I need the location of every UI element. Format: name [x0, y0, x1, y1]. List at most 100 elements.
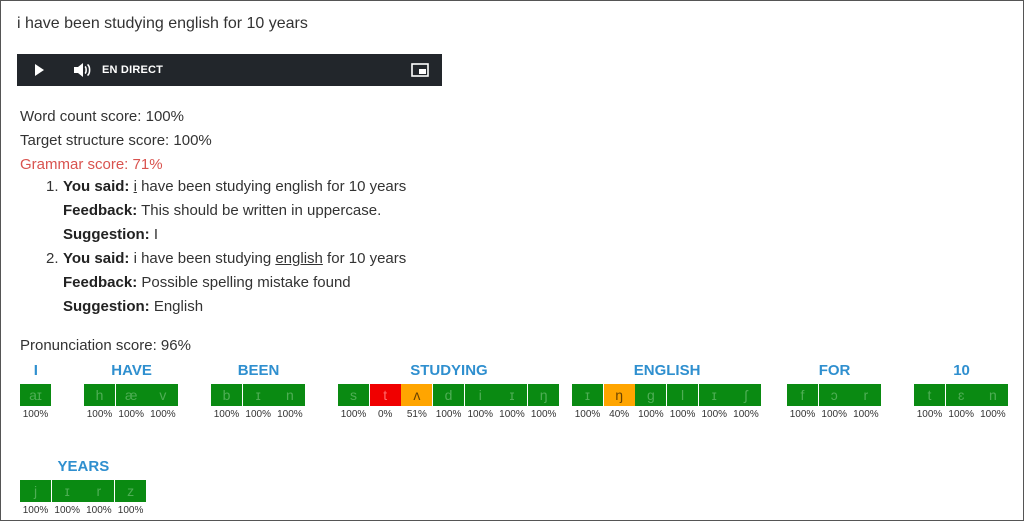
phoneme-score-row: 100% 100% 100% [787, 409, 882, 420]
phoneme-cell: ɔ [818, 384, 850, 406]
word-label: BEEN [237, 362, 280, 379]
phoneme-score: 40% [609, 409, 630, 420]
item-number: 1. [46, 178, 59, 195]
phoneme-cell: d [433, 384, 465, 406]
phoneme-cell: ɪ [698, 384, 730, 406]
word-label: FOR [818, 362, 851, 379]
phoneme-score: 100% [638, 409, 664, 420]
phoneme-score: 100% [980, 409, 1006, 420]
phoneme-score: 100% [574, 409, 601, 420]
phoneme-cell: h [84, 384, 115, 406]
phoneme-row: bɪn [211, 384, 306, 406]
word-label: HAVE [111, 362, 152, 379]
phoneme-cell: ɛ [945, 384, 977, 406]
suggestion-text: English [149, 298, 204, 315]
phoneme-score: 100% [340, 409, 367, 420]
phoneme-score: 100% [821, 409, 847, 420]
phoneme-cell: t [914, 384, 945, 406]
phoneme-cell: i [464, 384, 496, 406]
phoneme-cell: ɪ [572, 384, 603, 406]
audio-player: EN DIRECT [17, 54, 442, 86]
word-label: ENGLISH [633, 362, 701, 379]
word-block: HAVE h æ v 100% 100% 100% [84, 362, 179, 420]
phoneme-cell: aɪ [20, 384, 51, 406]
word-block: ENGLISH ɪ ŋ g l ɪ ʃ 100% 40% 100% 100% 100% 100% [572, 362, 762, 420]
picture-in-picture-icon[interactable] [411, 63, 429, 77]
phoneme-row: jɪrz [20, 480, 147, 502]
phoneme-row: tɛn [914, 384, 1009, 406]
feedback-label: Feedback: [63, 202, 138, 219]
phoneme-score-row: 100% 100% 100% [211, 409, 306, 420]
phoneme-cell: ŋ [603, 384, 635, 406]
item-number: 2. [46, 250, 59, 267]
phoneme-cell: ɪ [242, 384, 274, 406]
phoneme-score: 100% [86, 505, 112, 516]
scores-section: Word count score: 100% Target structure … [20, 105, 212, 177]
results-panel: i have been studying english for 10 year… [0, 0, 1024, 521]
phoneme-score: 100% [733, 409, 759, 420]
phoneme-cell: v [147, 384, 179, 406]
phoneme-cell: s [338, 384, 369, 406]
phoneme-score: 100% [54, 505, 80, 516]
phoneme-score-row: 100% 100% 100% [914, 409, 1009, 420]
phoneme-score: 100% [86, 409, 113, 420]
phoneme-score: 100% [245, 409, 271, 420]
live-label: EN DIRECT [102, 64, 164, 76]
phoneme-row: fɔr [787, 384, 882, 406]
phoneme-cell: ʌ [401, 384, 433, 406]
feedback-item: 2. You said: i have been studying englis… [46, 247, 406, 319]
pronunciation-score: Pronunciation score: 96% [20, 337, 191, 354]
phoneme-cell: z [115, 480, 147, 502]
word-block: BEEN b ɪ n 100% 100% 100% [211, 362, 306, 420]
phoneme-score: 100% [530, 409, 557, 420]
you-said-label: You said: [63, 178, 130, 195]
word-count-score: Word count score: 100% [20, 108, 184, 125]
suggestion-label: Suggestion: [63, 226, 150, 243]
phoneme-cell: l [667, 384, 699, 406]
phoneme-score: 100% [150, 409, 176, 420]
feedback-item: 1. You said: i have been studying englis… [46, 175, 406, 247]
target-structure-score: Target structure score: 100% [20, 132, 212, 149]
phoneme-score: 100% [117, 505, 144, 516]
feedback-label: Feedback: [63, 274, 138, 291]
play-icon[interactable] [35, 64, 44, 76]
phoneme-cell: n [977, 384, 1009, 406]
phoneme-row: stʌdiɪŋ [338, 384, 560, 406]
target-sentence: i have been studying english for 10 year… [17, 15, 308, 32]
phoneme-cell: f [787, 384, 818, 406]
said-text: i have been studying [129, 250, 276, 267]
phoneme-score: 100% [701, 409, 728, 420]
phoneme-cell: r [83, 480, 115, 502]
phoneme-score: 100% [948, 409, 974, 420]
phoneme-cell: t [369, 384, 401, 406]
phoneme-cell: b [211, 384, 242, 406]
phoneme-score-row: 100% 40% 100% 100% 100% 100% [572, 409, 762, 420]
phoneme-score: 100% [669, 409, 696, 420]
phoneme-cell: r [850, 384, 882, 406]
suggestion-label: Suggestion: [63, 298, 150, 315]
error-word: english [275, 250, 323, 267]
word-block: FOR f ɔ r 100% 100% 100% [787, 362, 882, 420]
phoneme-cell: g [635, 384, 667, 406]
phoneme-score: 100% [213, 409, 240, 420]
word-label: YEARS [57, 458, 110, 475]
phoneme-score: 0% [377, 409, 393, 420]
phoneme-score-row: 100% 100% 100% 100% [20, 505, 147, 516]
phoneme-score: 100% [499, 409, 525, 420]
feedback-text: Possible spelling mistake found [137, 274, 351, 291]
phoneme-cell: æ [115, 384, 147, 406]
phoneme-score: 100% [277, 409, 303, 420]
you-said-label: You said: [63, 250, 130, 267]
phoneme-cell: ɪ [51, 480, 83, 502]
volume-icon[interactable] [73, 62, 91, 78]
word-block: 10 t ɛ n 100% 100% 100% [914, 362, 1009, 420]
phoneme-score: 51% [406, 409, 427, 420]
phoneme-score-row: 100% 100% 100% [84, 409, 179, 420]
phoneme-cell: ʃ [730, 384, 762, 406]
phoneme-score-row: 100% 0% 51% 100% 100% 100% 100% [338, 409, 560, 420]
phoneme-cell: j [20, 480, 51, 502]
phoneme-row: hæv [84, 384, 179, 406]
phoneme-score: 100% [435, 409, 462, 420]
phoneme-score: 100% [853, 409, 879, 420]
phoneme-score: 100% [916, 409, 943, 420]
